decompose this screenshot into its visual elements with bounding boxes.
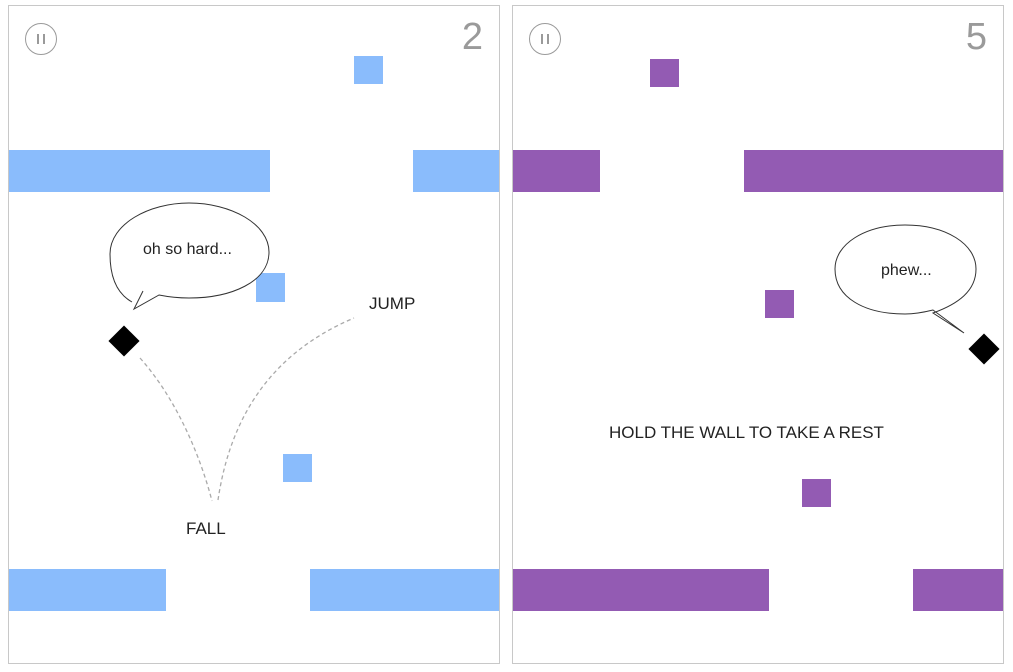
game-panel-left[interactable]: 2 oh so hard... JUMP FALL (8, 5, 500, 664)
hold-wall-hint-label: HOLD THE WALL TO TAKE A REST (609, 423, 884, 442)
game-panel-right[interactable]: 5 phew... HOLD THE WALL TO TAKE A REST (512, 5, 1004, 664)
player-diamond (108, 325, 140, 357)
speech-bubble-text: oh so hard... (143, 241, 232, 258)
fall-hint-label: FALL (186, 519, 226, 538)
player-diamond (968, 333, 1000, 365)
character-overlay (834, 224, 1000, 365)
jump-hint-label: JUMP (369, 294, 416, 313)
jump-trajectory (217, 317, 355, 501)
fall-trajectory (139, 357, 213, 502)
trajectory-overlay (108, 202, 355, 502)
speech-bubble-text: phew... (881, 262, 932, 279)
